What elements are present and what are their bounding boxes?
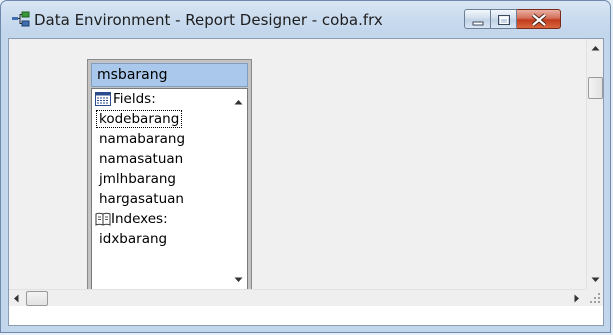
index-name: idxbarang: [99, 231, 168, 247]
window-title: Data Environment - Report Designer - cob…: [34, 11, 383, 29]
field-item[interactable]: namasatuan: [99, 149, 183, 169]
designer-client-area: msbarang Fields: kodebarang namabarang n…: [8, 38, 604, 326]
field-name: jmlhbarang: [99, 171, 176, 187]
table-name: msbarang: [97, 67, 168, 83]
field-item[interactable]: namabarang: [99, 129, 185, 149]
field-name: hargasatuan: [99, 191, 184, 207]
field-name: namasatuan: [99, 151, 184, 167]
resize-grip-icon: [590, 293, 600, 303]
minimize-icon: [472, 21, 484, 26]
field-item[interactable]: hargasatuan: [99, 189, 184, 209]
indexes-book-icon: [95, 212, 111, 226]
scroll-right-arrow-icon[interactable]: [574, 294, 580, 303]
scroll-left-arrow-icon[interactable]: [13, 294, 19, 303]
field-name: namabarang: [99, 131, 186, 147]
field-list-scrollbar[interactable]: [230, 89, 247, 295]
data-environment-icon: [12, 11, 30, 27]
table-field-list[interactable]: Fields: kodebarang namabarang namasatuan…: [91, 88, 248, 296]
data-environment-window: Data Environment - Report Designer - cob…: [0, 0, 611, 333]
scroll-down-arrow-icon[interactable]: [234, 277, 243, 283]
field-item[interactable]: jmlhbarang: [99, 169, 176, 189]
table-cursor-msbarang[interactable]: msbarang Fields: kodebarang namabarang n…: [87, 59, 252, 302]
scroll-down-arrow-icon[interactable]: [591, 277, 600, 283]
title-bar[interactable]: Data Environment - Report Designer - cob…: [1, 1, 610, 37]
field-item[interactable]: kodebarang: [96, 109, 183, 129]
resize-grip[interactable]: [586, 289, 603, 306]
indexes-label: Indexes:: [111, 211, 168, 227]
table-header[interactable]: msbarang: [91, 63, 248, 87]
vertical-scroll-thumb[interactable]: [588, 77, 603, 99]
index-item[interactable]: idxbarang: [99, 229, 167, 249]
close-button[interactable]: [517, 9, 561, 29]
close-icon: [531, 13, 547, 27]
data-environment-canvas[interactable]: msbarang Fields: kodebarang namabarang n…: [9, 39, 586, 302]
field-name: kodebarang: [96, 110, 183, 128]
maximize-button[interactable]: [491, 9, 517, 29]
maximize-icon: [498, 15, 510, 25]
scroll-up-arrow-icon[interactable]: [234, 99, 243, 105]
horizontal-scroll-thumb[interactable]: [26, 291, 48, 306]
vertical-scrollbar[interactable]: [586, 39, 603, 289]
minimize-button[interactable]: [464, 9, 491, 29]
horizontal-scrollbar[interactable]: [9, 289, 586, 306]
scroll-up-arrow-icon[interactable]: [591, 45, 600, 51]
fields-label: Fields:: [113, 91, 156, 107]
fields-icon: [95, 92, 111, 106]
